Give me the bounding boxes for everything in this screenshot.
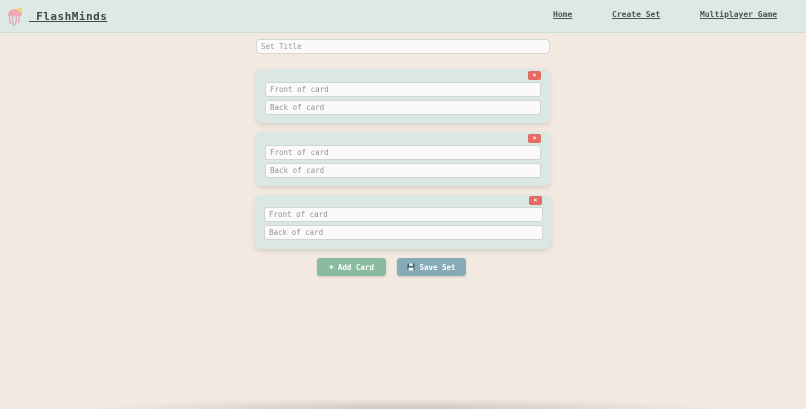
add-card-label: Add Card — [337, 262, 374, 272]
nav-create-set[interactable]: Create Set — [612, 10, 660, 19]
save-set-label: Save Set — [419, 262, 456, 272]
add-card-button[interactable]: ✚ Add Card — [317, 258, 386, 276]
set-title-input[interactable] — [256, 39, 550, 54]
brand-name[interactable]: FlashMinds — [29, 10, 107, 23]
card-back-input[interactable] — [264, 225, 543, 240]
jellyfish-icon — [8, 7, 23, 27]
logo[interactable] — [6, 6, 24, 28]
save-set-button[interactable]: Save Set — [397, 258, 466, 276]
navbar: FlashMinds Home Create Set Multiplayer G… — [0, 0, 806, 33]
card-back-input[interactable] — [265, 163, 541, 178]
delete-card-button[interactable]: × — [528, 71, 541, 80]
card-editor: × — [255, 195, 551, 249]
card-front-input[interactable] — [264, 207, 543, 222]
card-front-input[interactable] — [265, 82, 541, 97]
nav-multiplayer-game[interactable]: Multiplayer Game — [700, 10, 777, 19]
plus-icon: ✚ — [329, 262, 334, 271]
card-editor: × — [256, 69, 550, 123]
delete-card-button[interactable]: × — [528, 134, 541, 143]
footer-shadow — [90, 398, 720, 409]
card-back-input[interactable] — [265, 100, 541, 115]
floppy-disk-icon — [407, 263, 415, 271]
card-front-input[interactable] — [265, 145, 541, 160]
delete-card-button[interactable]: × — [529, 196, 542, 205]
nav-home[interactable]: Home — [553, 10, 572, 19]
card-editor: × — [256, 132, 550, 186]
